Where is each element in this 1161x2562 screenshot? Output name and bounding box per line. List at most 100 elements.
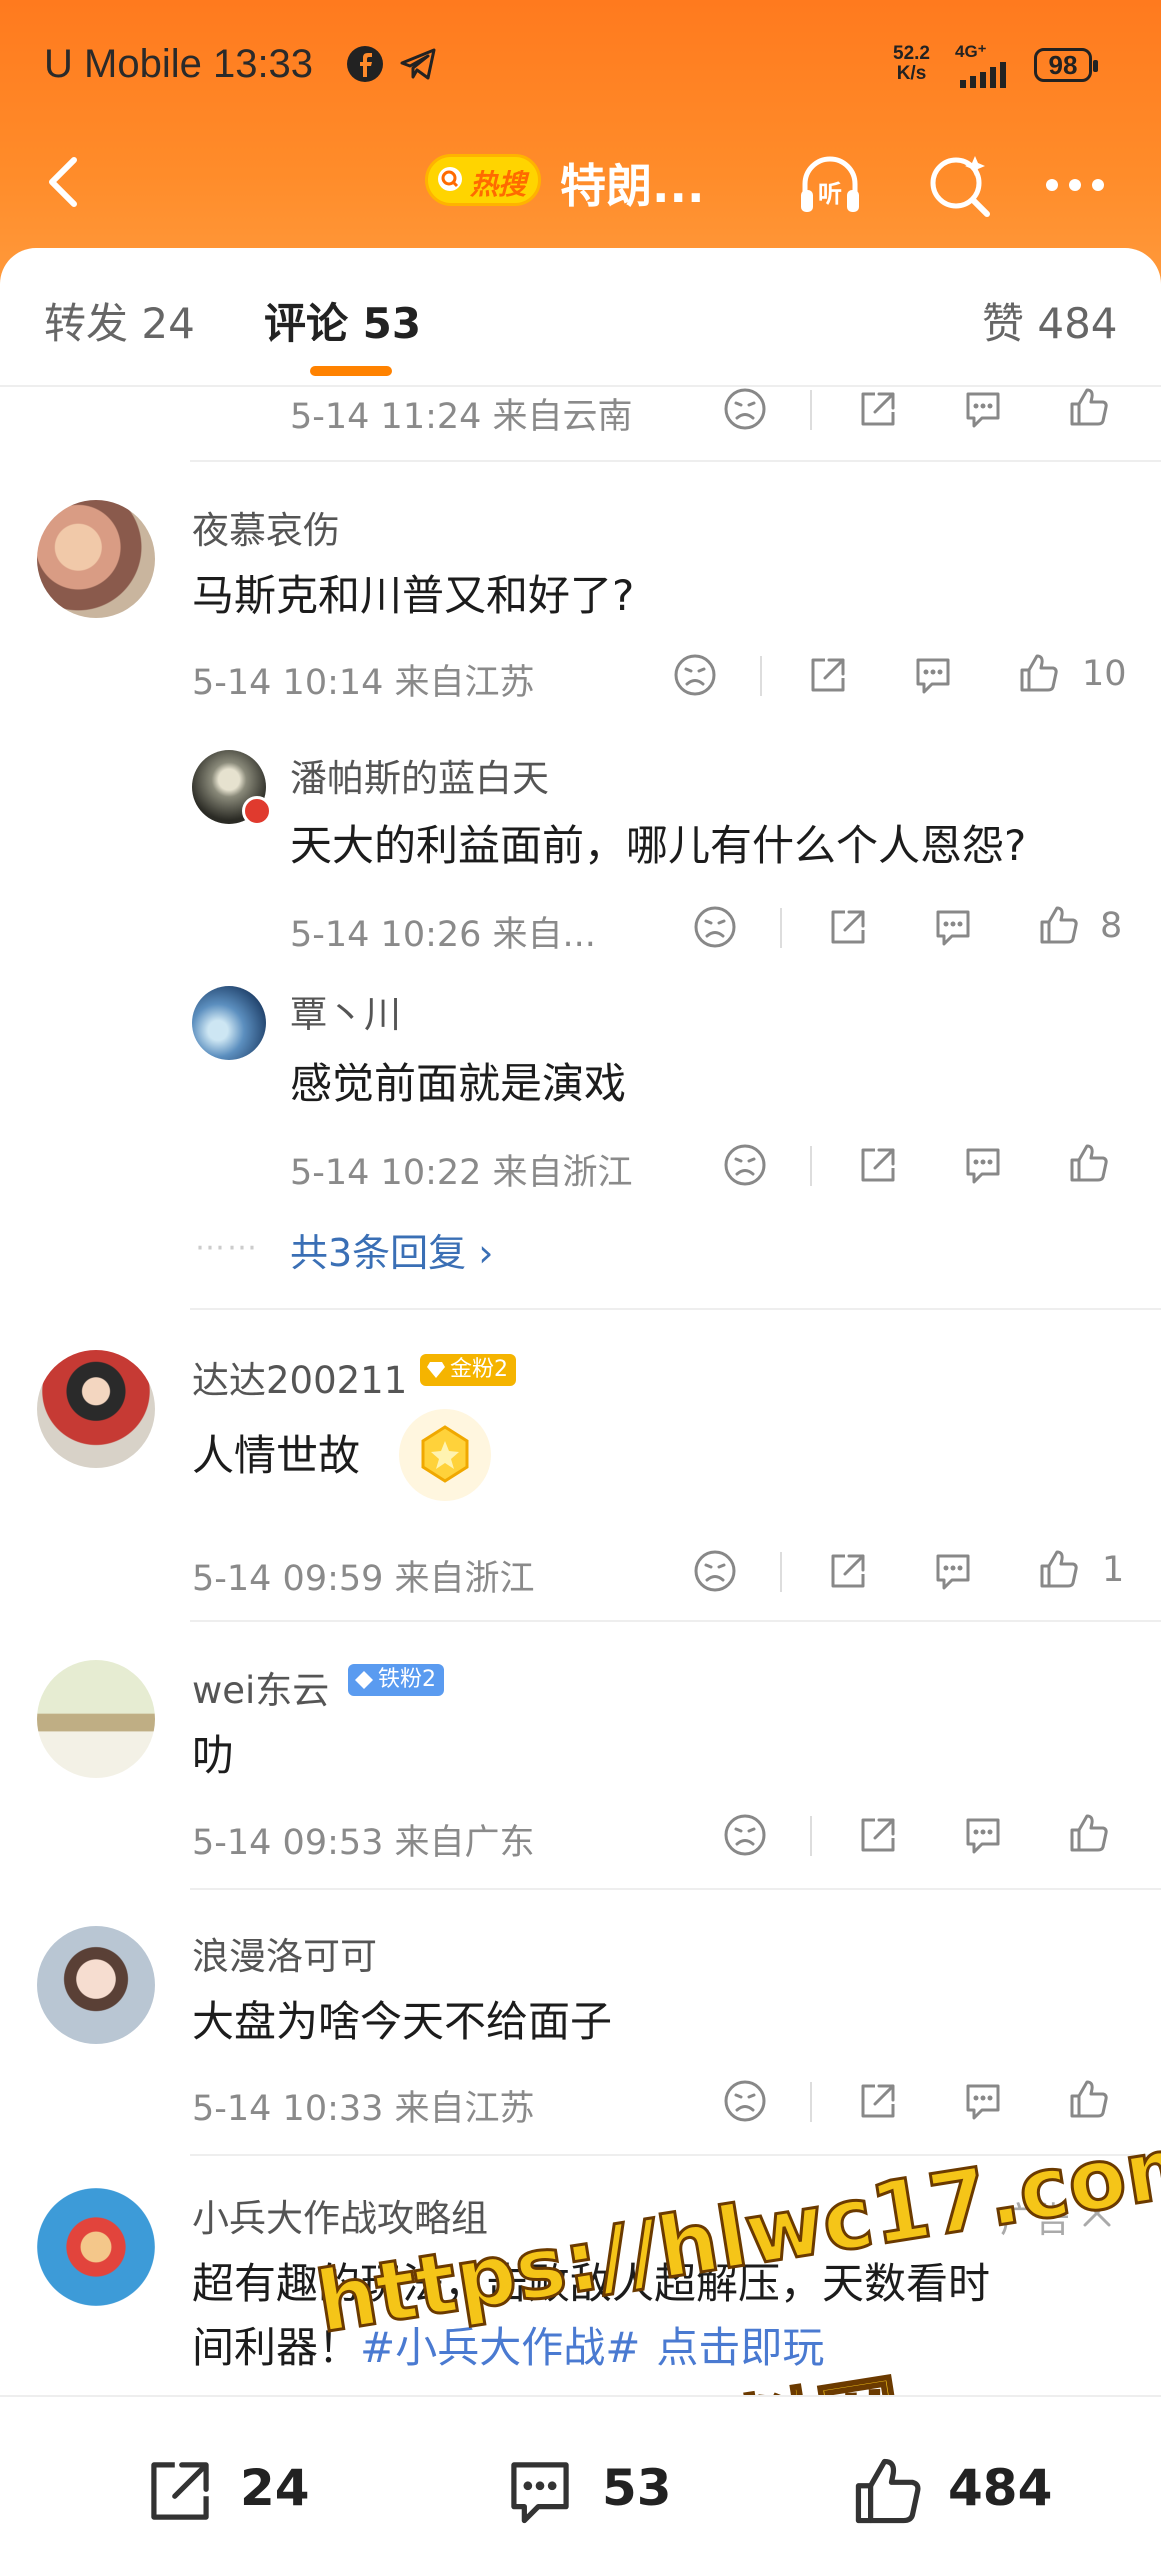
like-icon[interactable]: [1036, 1546, 1082, 1592]
like-icon[interactable]: [1066, 1810, 1112, 1856]
comment-icon[interactable]: [910, 652, 956, 698]
nav-bar: 热搜 特朗... 听: [0, 130, 1161, 240]
comment-icon[interactable]: [960, 386, 1006, 432]
header: U Mobile 13:33 52.2 K/s 4G⁺ 98 热搜 特朗...: [0, 0, 1161, 290]
comment-bubble-icon[interactable]: [500, 2451, 580, 2531]
avatar[interactable]: [37, 500, 155, 618]
like-thumb-icon[interactable]: [848, 2451, 928, 2531]
reply-dots: ⋯⋯: [195, 1230, 259, 1265]
badge-label: 金粉2: [450, 1357, 508, 1382]
dislike-icon[interactable]: [722, 2078, 768, 2124]
signal-icon: [960, 62, 1006, 88]
repost-count[interactable]: 24: [240, 2459, 310, 2517]
search-sparkle-icon[interactable]: [925, 150, 995, 220]
verified-badge: [242, 796, 272, 826]
diamond-icon: [355, 1671, 373, 1689]
dislike-icon[interactable]: [672, 652, 718, 698]
share-icon[interactable]: [855, 2078, 901, 2124]
separator: [810, 390, 812, 430]
comment-icon[interactable]: [930, 904, 976, 950]
gold-star-sticker-icon: [399, 1409, 491, 1501]
dislike-icon[interactable]: [722, 386, 768, 432]
gem-icon: [427, 1362, 445, 1378]
like-count: 8: [1100, 906, 1123, 946]
ad-text-prefix: 间利器！: [192, 2323, 361, 2372]
separator: [810, 1146, 812, 1186]
like-count[interactable]: 484: [948, 2459, 1052, 2517]
reply-meta: 5-14 10:22 来自浙江: [290, 1153, 633, 1193]
avatar[interactable]: [37, 1926, 155, 2044]
comment-icon[interactable]: [960, 1812, 1006, 1858]
carrier-time: U Mobile 13:33: [44, 42, 314, 86]
divider: [190, 1620, 1161, 1622]
repost-icon[interactable]: [140, 2451, 220, 2531]
more-replies-link[interactable]: 共3条回复 ›: [290, 1222, 493, 1277]
back-arrow-icon[interactable]: [36, 152, 96, 212]
ad-avatar[interactable]: [37, 2188, 155, 2306]
dislike-icon[interactable]: [722, 1142, 768, 1188]
tab-like[interactable]: 赞 484: [982, 290, 1118, 351]
like-icon[interactable]: [1066, 1140, 1112, 1186]
share-icon[interactable]: [825, 1548, 871, 1594]
net-speed: 52.2 K/s: [893, 44, 930, 84]
ad-text-line1: 超有趣的玩法，击败敌人超解压，天数看时: [192, 2259, 991, 2308]
avatar[interactable]: [37, 1660, 155, 1778]
ad-username[interactable]: 小兵大作战攻略组: [192, 2188, 488, 2242]
battery-indicator: 98: [1034, 48, 1098, 82]
page-title: 特朗...: [560, 159, 705, 213]
comment-meta: 5-14 09:59 来自浙江: [192, 1559, 535, 1599]
reply-text: 感觉前面就是演戏: [290, 1059, 627, 1108]
headphones-listen-icon[interactable]: 听: [795, 150, 865, 220]
comment-meta: 5-14 10:14 来自江苏: [192, 663, 535, 703]
tabs-bar: 转发 24 评论 53 赞 484: [0, 248, 1161, 388]
bottom-action-bar: 24 53 484: [0, 2395, 1161, 2562]
like-icon[interactable]: [1036, 902, 1082, 948]
play-now-link[interactable]: 点击即玩: [656, 2323, 824, 2372]
comment-username[interactable]: 达达200211: [192, 1350, 407, 1404]
comment-username[interactable]: wei东云: [192, 1660, 329, 1714]
divider: [190, 2154, 1161, 2156]
divider: [190, 460, 1161, 462]
telegram-icon: [400, 48, 436, 80]
share-icon[interactable]: [805, 652, 851, 698]
share-icon[interactable]: [855, 1812, 901, 1858]
comment-count[interactable]: 53: [602, 2459, 672, 2517]
comment-text: 马斯克和川普又和好了?: [192, 571, 635, 620]
like-icon[interactable]: [1066, 384, 1112, 430]
comment-text: 叻: [192, 1731, 235, 1780]
comment-icon[interactable]: [960, 1142, 1006, 1188]
badge-label: 铁粉2: [378, 1667, 436, 1692]
comment-username[interactable]: 夜慕哀伤: [192, 500, 340, 554]
share-icon[interactable]: [855, 1142, 901, 1188]
dislike-icon[interactable]: [722, 1812, 768, 1858]
dislike-icon[interactable]: [692, 904, 738, 950]
hot-search-label: 热搜: [470, 168, 527, 201]
separator: [780, 1552, 782, 1592]
share-icon[interactable]: [855, 386, 901, 432]
hot-search-badge[interactable]: 热搜: [425, 154, 541, 206]
hashtag-link[interactable]: #小兵大作战#: [360, 2323, 640, 2372]
like-icon[interactable]: [1016, 650, 1062, 696]
separator: [780, 908, 782, 948]
net-speed-value: 52.2: [893, 43, 930, 64]
tab-repost[interactable]: 转发 24: [44, 290, 195, 351]
reply-username[interactable]: 潘帕斯的蓝白天: [290, 748, 549, 802]
share-icon[interactable]: [825, 904, 871, 950]
avatar[interactable]: [192, 986, 266, 1060]
tab-comment[interactable]: 评论 53: [264, 290, 421, 351]
reply-text: 天大的利益面前，哪儿有什么个人恩怨?: [290, 821, 1027, 870]
comment-icon[interactable]: [960, 2078, 1006, 2124]
reply-username[interactable]: 覃丶川: [290, 984, 401, 1038]
more-options-icon[interactable]: [1040, 150, 1110, 220]
close-icon[interactable]: [1080, 2196, 1114, 2230]
comment-username[interactable]: 浪漫洛可可: [192, 1926, 377, 1980]
avatar[interactable]: [37, 1350, 155, 1468]
comment-meta: 5-14 11:24 来自云南: [290, 397, 633, 437]
divider: [190, 1308, 1161, 1310]
like-count: 10: [1082, 654, 1127, 694]
like-icon[interactable]: [1066, 2076, 1112, 2122]
svg-text:听: 听: [818, 180, 842, 208]
comment-icon[interactable]: [930, 1548, 976, 1594]
dislike-icon[interactable]: [692, 1548, 738, 1594]
separator: [810, 1816, 812, 1856]
